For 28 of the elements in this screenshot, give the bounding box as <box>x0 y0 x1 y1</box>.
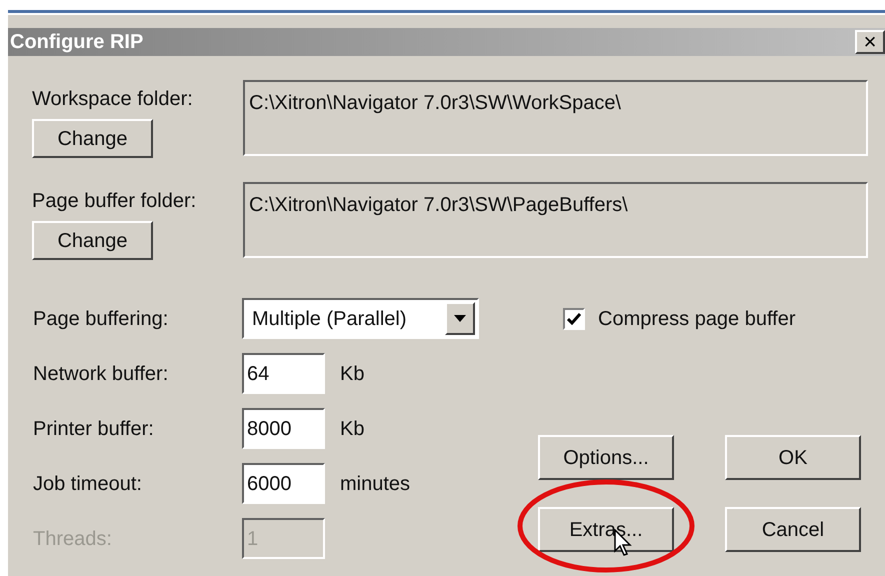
change-button[interactable]: Change <box>32 119 153 158</box>
dropdown[interactable]: Multiple (Parallel) <box>242 298 479 339</box>
field-label: Job timeout: <box>33 472 143 496</box>
change-button[interactable]: Change <box>32 221 153 260</box>
dialog-button[interactable]: OK <box>725 435 861 480</box>
unit-label: Kb <box>340 416 364 442</box>
field-label: Printer buffer: <box>33 416 155 442</box>
input-field[interactable]: 8000 <box>242 408 325 449</box>
close-button[interactable]: × <box>855 30 885 54</box>
check-icon <box>567 313 581 325</box>
dialog-button[interactable]: Cancel <box>725 507 861 552</box>
dialog-button[interactable]: Options... <box>538 435 674 480</box>
input-field[interactable]: 64 <box>242 353 325 394</box>
unit-label: minutes <box>340 472 410 496</box>
window-title: Configure RIP <box>9 30 144 55</box>
folder-path-field: C:\Xitron\Navigator 7.0r3\SW\PageBuffers\ <box>243 182 868 258</box>
input-field[interactable]: 6000 <box>242 463 325 504</box>
field-label: Network buffer: <box>33 362 170 386</box>
dialog-button[interactable]: Extras... <box>538 507 674 552</box>
field-label: Page buffering: <box>33 306 170 332</box>
folder-label: Page buffer folder: <box>32 189 198 214</box>
checkbox[interactable] <box>563 308 585 330</box>
folder-path-field: C:\Xitron\Navigator 7.0r3\SW\WorkSpace\ <box>243 80 868 156</box>
unit-label: Kb <box>340 362 364 386</box>
field-label: Threads: <box>33 526 113 552</box>
checkbox-label: Compress page buffer <box>598 307 796 332</box>
dropdown-arrow-icon <box>454 315 466 322</box>
folder-label: Workspace folder: <box>32 87 194 112</box>
